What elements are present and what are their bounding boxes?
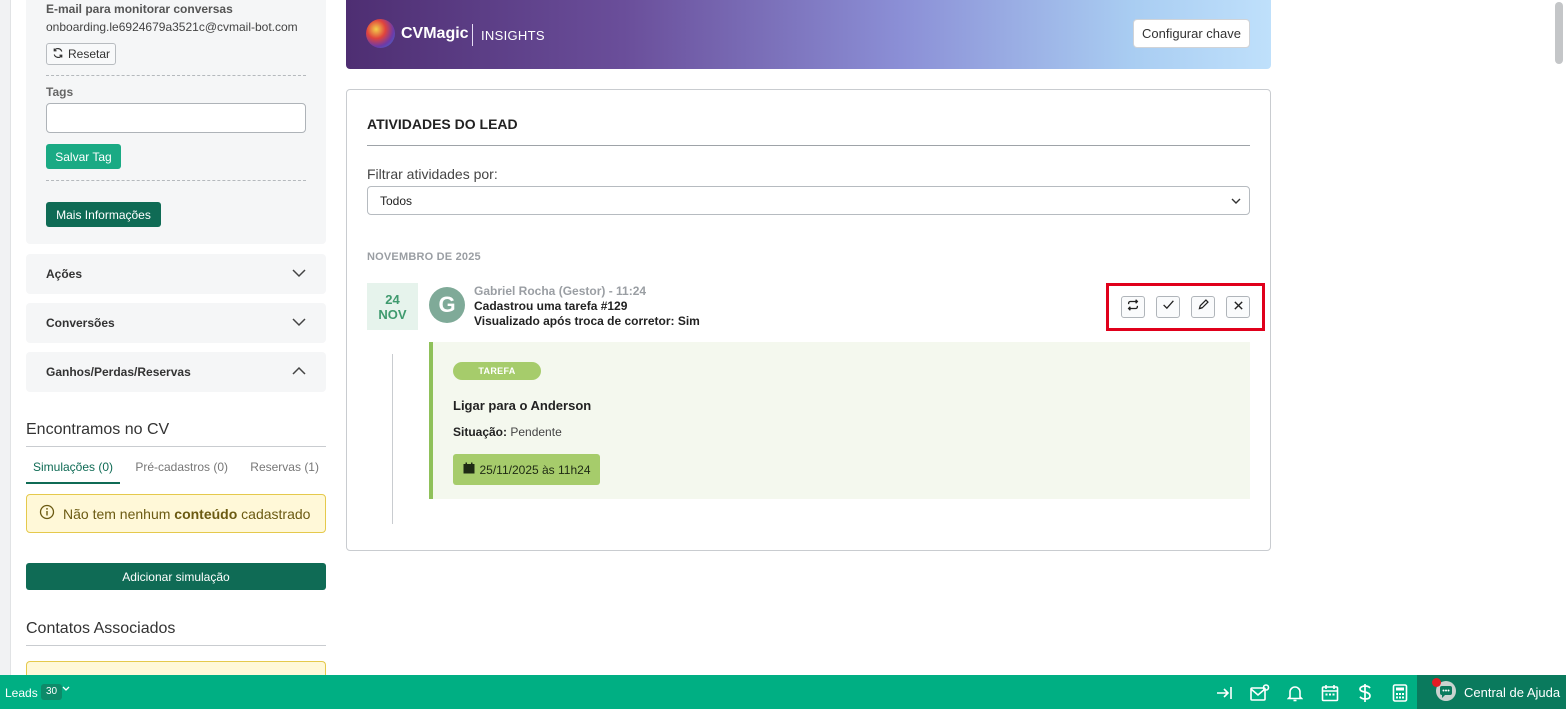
task-title: Ligar para o Anderson xyxy=(453,398,592,413)
transfer-button[interactable] xyxy=(1121,296,1145,318)
accordion-conversions[interactable]: Conversões xyxy=(26,303,326,343)
configure-key-button[interactable]: Configurar chave xyxy=(1133,19,1250,48)
leads-label[interactable]: Leads xyxy=(5,686,38,700)
left-rail xyxy=(0,0,11,675)
task-date-badge: 25/11/2025 às 11h24 xyxy=(453,454,600,485)
task-status-value: Pendente xyxy=(510,425,562,439)
logo-separator xyxy=(472,24,473,46)
task-badge: TAREFA xyxy=(453,362,541,380)
collapse-arrow-icon[interactable] xyxy=(1215,683,1235,703)
dollar-icon[interactable] xyxy=(1355,683,1375,703)
delete-button[interactable] xyxy=(1226,296,1250,318)
accordion-label: Ganhos/Perdas/Reservas xyxy=(46,365,191,379)
activity-author: Gabriel Rocha (Gestor) - 11:24 xyxy=(474,284,647,298)
calendar-icon xyxy=(463,462,475,477)
empty-content-text: Não tem nenhum conteúdo cadastrado xyxy=(63,506,310,522)
save-tag-button[interactable]: Salvar Tag xyxy=(46,144,121,169)
activity-day: 24 xyxy=(385,291,400,307)
refresh-icon xyxy=(52,47,64,62)
divider xyxy=(46,180,306,181)
activity-actions-highlight xyxy=(1106,283,1265,331)
accordion-actions[interactable]: Ações xyxy=(26,254,326,294)
task-status-label: Situação: xyxy=(453,425,508,439)
cvmagic-logo-icon xyxy=(366,19,395,48)
activity-description: Cadastrou uma tarefa #129 xyxy=(474,299,628,313)
edit-button[interactable] xyxy=(1191,296,1215,318)
email-monitor-value: onboarding.le6924679a3521c@cvmail-bot.co… xyxy=(46,20,298,34)
divider xyxy=(46,75,306,76)
associated-contacts-title: Contatos Associados xyxy=(26,620,176,637)
chevron-down-icon[interactable] xyxy=(62,684,70,695)
divider xyxy=(367,145,1250,146)
tags-label: Tags xyxy=(46,85,74,99)
activity-filter-select[interactable]: Todos xyxy=(367,186,1250,215)
calendar-icon[interactable] xyxy=(1320,683,1340,703)
activity-date: 24 NOV xyxy=(367,283,418,330)
contacts-alert xyxy=(26,661,326,675)
check-icon xyxy=(1162,298,1175,316)
divider xyxy=(26,645,326,646)
mail-notification-icon[interactable] xyxy=(1250,683,1270,703)
divider xyxy=(26,446,326,447)
chevron-down-icon xyxy=(292,316,306,330)
task-date-text: 25/11/2025 às 11h24 xyxy=(479,462,591,477)
month-header: NOVEMBRO DE 2025 xyxy=(367,251,481,263)
found-tabs: Simulações (0) Pré-cadastros (0) Reserva… xyxy=(26,458,326,484)
email-monitor-label: E-mail para monitorar conversas xyxy=(46,2,233,16)
pencil-icon xyxy=(1197,298,1210,316)
avatar: G xyxy=(429,287,465,323)
cvmagic-brand: CVMagic xyxy=(401,25,469,42)
accordion-gains-losses[interactable]: Ganhos/Perdas/Reservas xyxy=(26,352,326,392)
accordion-label: Conversões xyxy=(46,316,115,330)
chevron-up-icon xyxy=(292,365,306,379)
activity-month: NOV xyxy=(378,306,407,322)
insights-label: INSIGHTS xyxy=(481,28,545,43)
tags-input[interactable] xyxy=(46,103,306,133)
activity-viewed-note: Visualizado após troca de corretor: Sim xyxy=(474,314,700,328)
tab-pre-registrations[interactable]: Pré-cadastros (0) xyxy=(128,458,235,484)
reset-button[interactable]: Resetar xyxy=(46,43,116,65)
add-simulation-button[interactable]: Adicionar simulação xyxy=(26,563,326,590)
alert-bold: conteúdo xyxy=(174,505,238,522)
leads-count-badge: 30 xyxy=(41,684,63,700)
timeline-line xyxy=(392,354,393,524)
filter-label: Filtrar atividades por: xyxy=(367,166,498,182)
notification-dot xyxy=(1432,678,1441,687)
alert-suffix: cadastrado xyxy=(237,505,311,522)
info-icon xyxy=(39,504,55,523)
empty-content-alert: Não tem nenhum conteúdo cadastrado xyxy=(26,494,326,533)
bottom-bar: Leads 30 Central de Ajuda xyxy=(0,675,1566,709)
accordion-label: Ações xyxy=(46,267,83,281)
tab-simulations[interactable]: Simulações (0) xyxy=(26,458,121,484)
tab-reservations[interactable]: Reservas (1) xyxy=(243,458,326,484)
filter-selected-value: Todos xyxy=(380,193,413,208)
scrollbar-thumb[interactable] xyxy=(1555,2,1563,64)
reset-label: Resetar xyxy=(67,47,111,61)
found-in-cv-title: Encontramos no CV xyxy=(26,421,170,438)
complete-button[interactable] xyxy=(1156,296,1180,318)
repeat-icon xyxy=(1126,298,1140,317)
alert-prefix: Não tem nenhum xyxy=(63,505,175,522)
close-icon xyxy=(1233,298,1244,316)
activities-title: ATIVIDADES DO LEAD xyxy=(367,116,518,132)
scrollbar[interactable] xyxy=(1553,0,1566,675)
calculator-icon[interactable] xyxy=(1390,683,1410,703)
chevron-down-icon xyxy=(1231,194,1241,208)
chevron-down-icon xyxy=(292,267,306,281)
more-info-button[interactable]: Mais Informações xyxy=(46,202,161,227)
bell-icon[interactable] xyxy=(1285,683,1305,703)
task-status: Situação: Pendente xyxy=(453,425,562,439)
help-center-label: Central de Ajuda xyxy=(1464,684,1561,700)
